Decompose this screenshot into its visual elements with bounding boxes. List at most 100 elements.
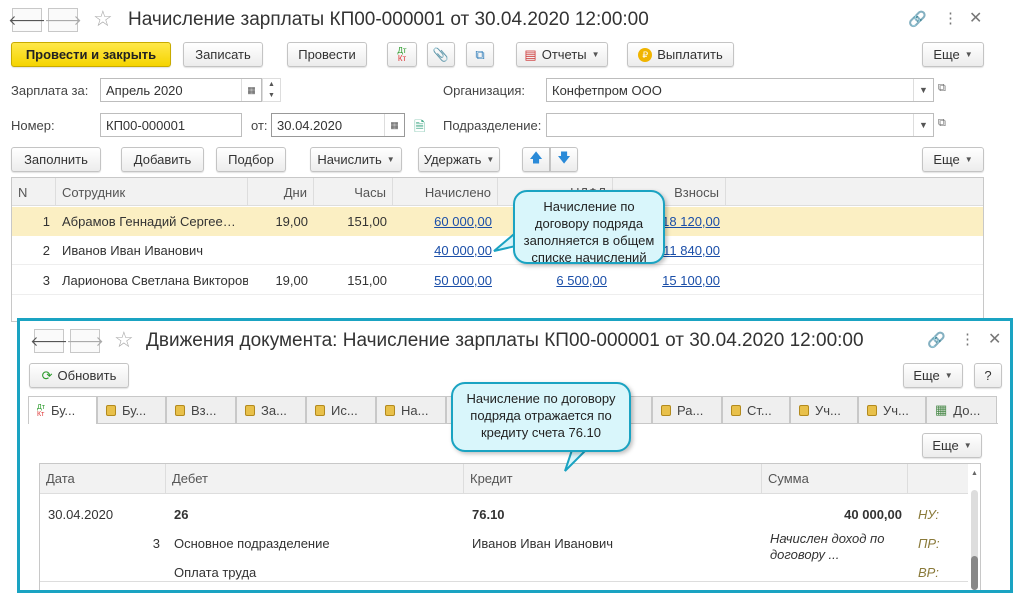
accrued-link[interactable]: 40 000,00 (393, 236, 498, 265)
dropdown-arrow-icon: ▼ (964, 155, 973, 164)
dropdown-arrow-icon: ▼ (591, 50, 600, 59)
attachment-icon[interactable]: 📎 (427, 42, 455, 67)
accrue-button[interactable]: Начислить ▼ (310, 147, 402, 172)
column-header-days[interactable]: Дни (248, 178, 314, 206)
tab-register[interactable]: За... (236, 396, 306, 423)
table-row[interactable]: 3 Ларионова Светлана Викторовна 19,00 15… (12, 266, 983, 295)
favorite-star-icon[interactable]: ☆ (114, 327, 134, 353)
column-header-debit[interactable]: Дебет (166, 464, 464, 494)
row-number: 3 (42, 273, 50, 288)
date-label: от: (251, 118, 268, 133)
scrollbar-thumb[interactable] (971, 556, 978, 590)
window-title: Начисление зарплаты КП00-000001 от 30.04… (128, 9, 649, 30)
link-icon[interactable]: 🔗 (927, 331, 946, 349)
tab-register[interactable]: Уч... (790, 396, 858, 423)
accrued-link[interactable]: 60 000,00 (393, 207, 498, 236)
contributions-link[interactable]: 15 100,00 (613, 266, 726, 295)
back-button[interactable]: 🡐 (30, 329, 68, 353)
department-label: Подразделение: (443, 118, 542, 133)
register-icon (315, 404, 325, 416)
more-button[interactable]: Еще ▼ (922, 42, 984, 67)
forward-button[interactable]: 🡒 (66, 329, 104, 353)
entry-date: 30.04.2020 (48, 507, 114, 522)
tab-register[interactable]: Уч... (858, 396, 926, 423)
fill-button[interactable]: Заполнить (11, 147, 101, 172)
more-button[interactable]: Еще ▼ (903, 363, 963, 388)
organization-label: Организация: (443, 83, 526, 98)
callout-movements: Начисление по договору подряда отражаетс… (451, 382, 631, 452)
tab-register[interactable]: Бу... (97, 396, 166, 423)
register-icon (175, 404, 185, 416)
table-header: Дата Дебет Кредит Сумма (40, 464, 968, 494)
dt-kt-button[interactable]: Дт Кт (387, 42, 417, 67)
days-cell: 19,00 (275, 214, 308, 229)
vertical-scrollbar[interactable]: ▲ (969, 464, 980, 590)
scroll-up-icon[interactable]: ▲ (971, 470, 978, 477)
menu-dots-icon[interactable]: ⋮ (960, 330, 975, 348)
tab-register[interactable]: Ис... (306, 396, 376, 423)
ndfl-link[interactable]: 6 500,00 (498, 266, 613, 295)
salary-for-field[interactable]: Апрель 2020 ▦ (100, 78, 262, 102)
report-icon: ▤ (524, 46, 537, 62)
tab-register[interactable]: Ра... (652, 396, 722, 423)
column-header-credit[interactable]: Кредит (464, 464, 762, 494)
document-check-icon[interactable]: 🗎 (414, 116, 425, 140)
dropdown-arrow-icon[interactable]: ▼ (913, 114, 933, 136)
ruble-coin-icon: ₽ (638, 47, 653, 62)
favorite-star-icon[interactable]: ☆ (93, 6, 113, 32)
pay-button[interactable]: ₽ Выплатить (627, 42, 734, 67)
accrued-link[interactable]: 50 000,00 (393, 266, 498, 295)
close-icon[interactable]: ✕ (988, 329, 1001, 349)
debit-subconto-cost-item: Оплата труда (174, 565, 257, 580)
forward-button[interactable]: 🡒 (44, 8, 82, 32)
menu-dots-icon[interactable]: ⋮ (943, 9, 958, 27)
column-header-date[interactable]: Дата (40, 464, 166, 494)
calendar-icon[interactable]: ▦ (241, 79, 261, 101)
column-header-n[interactable]: N (12, 178, 56, 206)
help-button[interactable]: ? (974, 363, 1002, 388)
open-icon[interactable]: ⧉ (938, 82, 946, 95)
tab-accounting-entries[interactable]: Дт Кт Бу... (28, 396, 97, 424)
column-header-employee[interactable]: Сотрудник (56, 178, 248, 206)
table-header: N Сотрудник Дни Часы Начислено НДФЛ Взно… (12, 178, 983, 206)
post-button[interactable]: Провести (287, 42, 367, 67)
close-icon[interactable]: ✕ (969, 8, 982, 28)
table-more-button[interactable]: Еще ▼ (922, 147, 984, 172)
credit-subconto-counterparty: Иванов Иван Иванович (472, 536, 614, 551)
link-icon[interactable]: 🔗 (908, 10, 927, 28)
organization-field[interactable]: Конфетпром ООО ▼ (546, 78, 934, 102)
callout-main: Начисление по договору подряда заполняет… (513, 190, 665, 265)
pick-button[interactable]: Подбор (216, 147, 286, 172)
back-button[interactable]: 🡐 (8, 8, 46, 32)
tab-register[interactable]: На... (376, 396, 446, 423)
department-field[interactable]: ▼ (546, 113, 934, 137)
period-stepper[interactable]: ▲ ▼ (262, 78, 281, 102)
tab-register[interactable]: Вз... (166, 396, 236, 423)
reports-button[interactable]: ▤ Отчеты ▼ (516, 42, 608, 67)
refresh-button[interactable]: ⟳ Обновить (29, 363, 129, 388)
move-down-button[interactable]: 🡇 (550, 147, 578, 172)
date-field[interactable]: 30.04.2020 ▦ (271, 113, 405, 137)
table-more-button[interactable]: Еще ▼ (922, 433, 982, 458)
calendar-icon[interactable]: ▦ (384, 114, 404, 136)
dropdown-arrow-icon[interactable]: ▼ (913, 79, 933, 101)
post-and-close-button[interactable]: Провести и закрыть (11, 42, 171, 67)
debit-subconto-department: Основное подразделение (174, 536, 330, 551)
column-header-accrued[interactable]: Начислено (393, 178, 498, 206)
number-field[interactable]: КП00-000001 (100, 113, 242, 137)
column-header-hours[interactable]: Часы (314, 178, 393, 206)
open-icon[interactable]: ⧉ (938, 117, 946, 130)
register-icon (799, 404, 809, 416)
tab-register[interactable]: Ст... (722, 396, 790, 423)
column-header-amount[interactable]: Сумма (762, 464, 908, 494)
save-button[interactable]: Записать (183, 42, 263, 67)
days-cell: 19,00 (275, 273, 308, 288)
tab-documents[interactable]: ▦ До... (926, 396, 997, 423)
withhold-button[interactable]: Удержать ▼ (418, 147, 500, 172)
move-up-button[interactable]: 🡅 (522, 147, 550, 172)
pr-label: ПР: (918, 536, 940, 551)
dropdown-arrow-icon: ▼ (964, 50, 973, 59)
add-button[interactable]: Добавить (121, 147, 204, 172)
number-label: Номер: (11, 118, 55, 133)
structure-icon[interactable]: ⧉ (466, 42, 494, 67)
